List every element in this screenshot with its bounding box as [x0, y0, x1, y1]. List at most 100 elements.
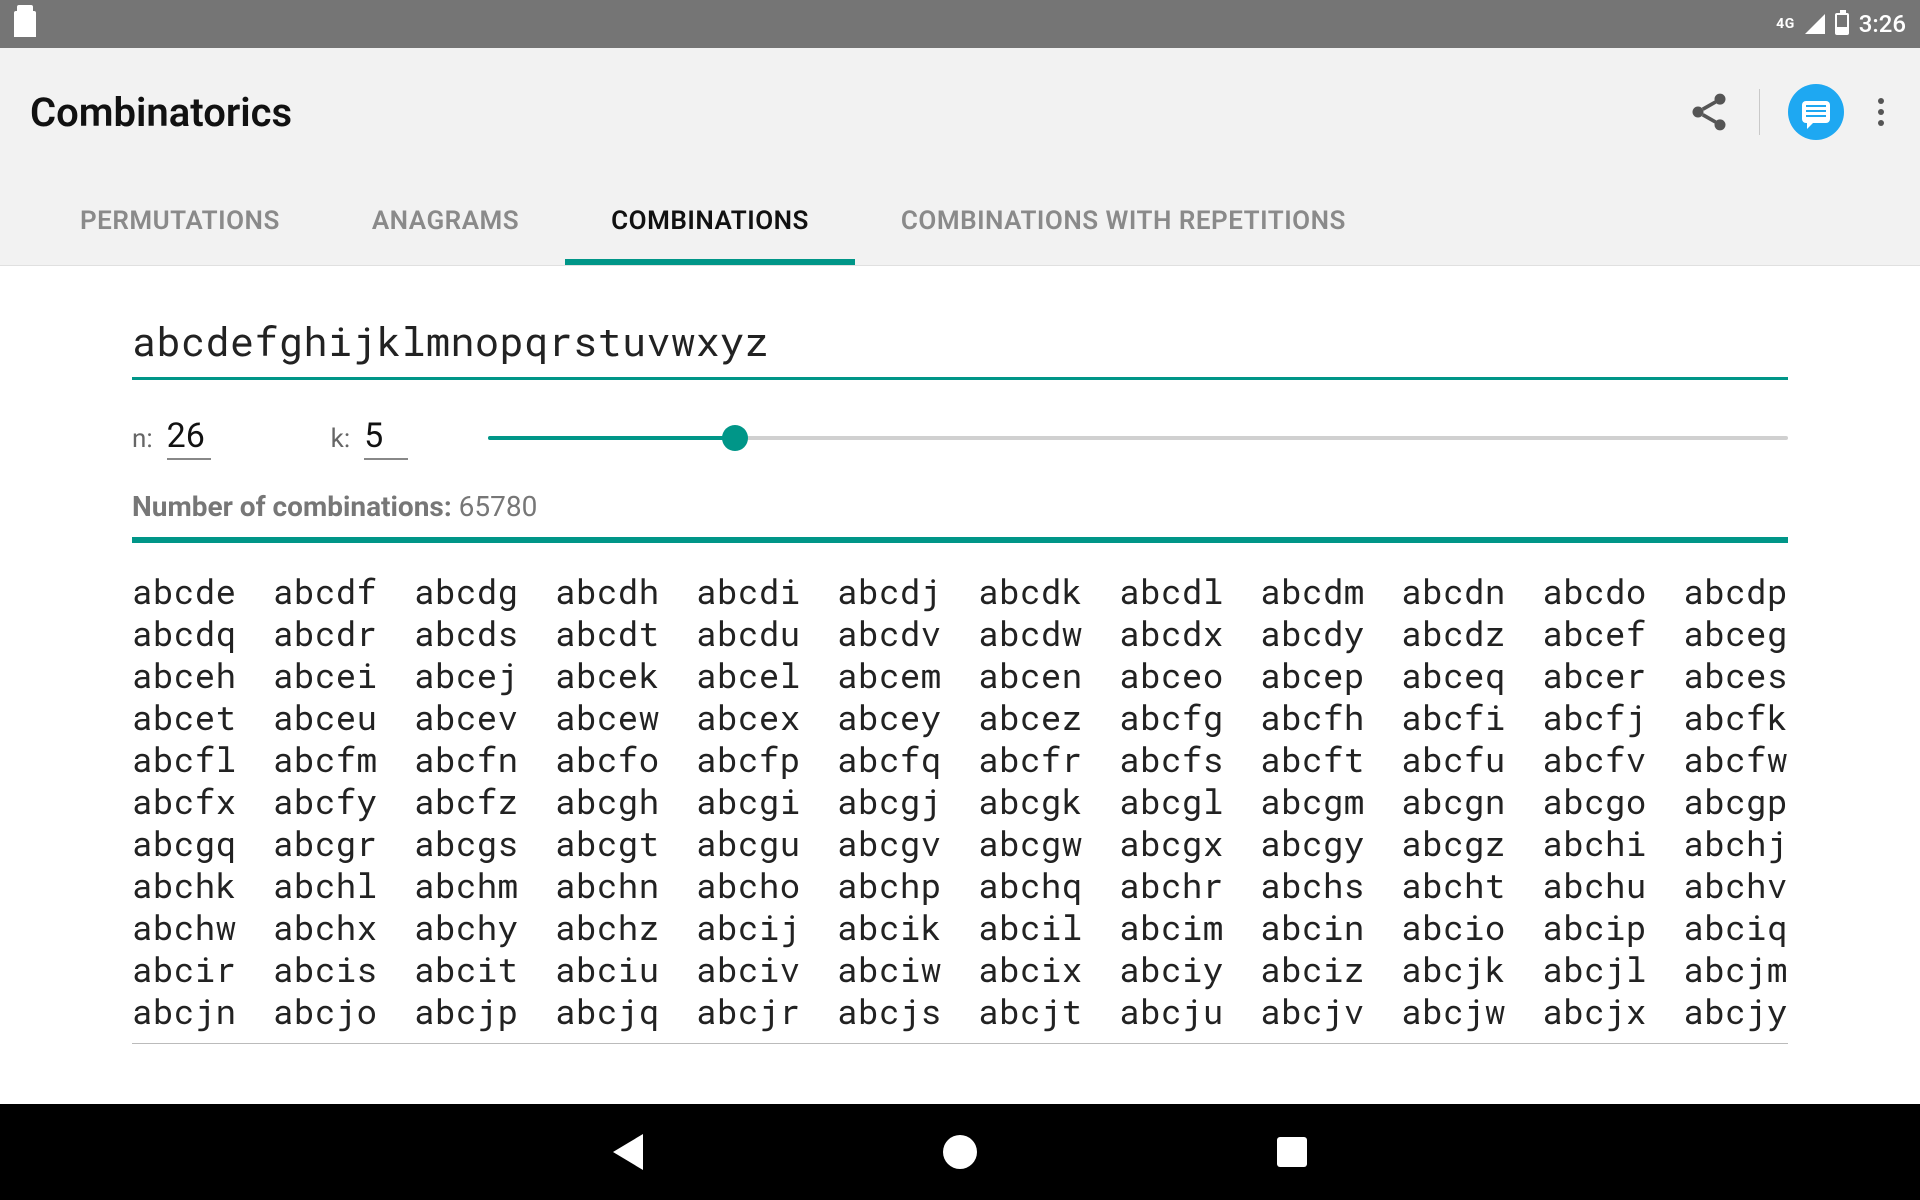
result-cell: abcil: [978, 907, 1083, 949]
result-cell: abcim: [1119, 907, 1224, 949]
result-cell: abcgz: [1401, 823, 1506, 865]
result-cell: abcex: [696, 697, 801, 739]
result-cell: abcjy: [1683, 991, 1788, 1033]
result-cell: abchr: [1119, 865, 1224, 907]
result-cell: abcgj: [837, 781, 942, 823]
nav-recent-icon[interactable]: [1277, 1137, 1307, 1167]
results-row: abcetabceuabcevabcewabcexabceyabcezabcfg…: [132, 697, 1788, 739]
result-cell: abchl: [273, 865, 378, 907]
result-cell: abcjs: [837, 991, 942, 1033]
result-cell: abcfz: [414, 781, 519, 823]
status-clock: 3:26: [1859, 10, 1906, 38]
result-cell: abciv: [696, 949, 801, 991]
result-cell: abcej: [414, 655, 519, 697]
result-cell: abchv: [1683, 865, 1788, 907]
result-cell: abcgu: [696, 823, 801, 865]
result-cell: abcgx: [1119, 823, 1224, 865]
tab-anagrams[interactable]: ANAGRAMS: [326, 176, 565, 265]
signal-icon: [1805, 14, 1825, 34]
result-cell: abcfp: [696, 739, 801, 781]
result-cell: abcdl: [1119, 571, 1224, 613]
result-cell: abcfn: [414, 739, 519, 781]
share-icon[interactable]: [1687, 90, 1731, 134]
tab-bar: PERMUTATIONSANAGRAMSCOMBINATIONSCOMBINAT…: [0, 176, 1920, 266]
result-cell: abcem: [837, 655, 942, 697]
result-cell: abcde: [132, 571, 237, 613]
result-cell: abcgi: [696, 781, 801, 823]
results-row: abcgqabcgrabcgsabcgtabcguabcgvabcgwabcgx…: [132, 823, 1788, 865]
tab-combinations-with-repetitions[interactable]: COMBINATIONS WITH REPETITIONS: [855, 176, 1392, 265]
results-row: abcirabcisabcitabciuabcivabciwabcixabciy…: [132, 949, 1788, 991]
result-cell: abcgy: [1260, 823, 1365, 865]
result-cell: abcdo: [1542, 571, 1647, 613]
result-cell: abcfv: [1542, 739, 1647, 781]
results-row: abcjnabcjoabcjpabcjqabcjrabcjsabcjtabcju…: [132, 991, 1788, 1033]
results-row: abchwabchxabchyabchzabcijabcikabcilabcim…: [132, 907, 1788, 949]
result-cell: abcjq: [555, 991, 660, 1033]
result-cell: abcer: [1542, 655, 1647, 697]
result-cell: abcdi: [696, 571, 801, 613]
result-cell: abcfi: [1401, 697, 1506, 739]
result-cell: abcez: [978, 697, 1083, 739]
result-cell: abcdn: [1401, 571, 1506, 613]
results-list[interactable]: abcdeabcdfabcdgabcdhabcdiabcdjabcdkabcdl…: [132, 571, 1788, 1044]
app-bar: Combinatorics: [0, 48, 1920, 176]
android-nav-bar: [0, 1104, 1920, 1200]
result-cell: abchz: [555, 907, 660, 949]
result-cell: abcho: [696, 865, 801, 907]
overflow-menu-icon[interactable]: [1872, 92, 1890, 132]
nav-back-icon[interactable]: [613, 1134, 643, 1170]
tab-combinations[interactable]: COMBINATIONS: [565, 176, 855, 265]
k-value[interactable]: 5: [364, 416, 408, 460]
result-cell: abcfq: [837, 739, 942, 781]
result-cell: abcfl: [132, 739, 237, 781]
result-cell: abcdx: [1119, 613, 1224, 655]
result-cell: abcdv: [837, 613, 942, 655]
n-label: n:: [132, 424, 153, 454]
tab-permutations[interactable]: PERMUTATIONS: [34, 176, 326, 265]
result-cell: abchu: [1542, 865, 1647, 907]
result-cell: abciy: [1119, 949, 1224, 991]
section-separator: [132, 537, 1788, 543]
result-cell: abcen: [978, 655, 1083, 697]
result-cell: abcei: [273, 655, 378, 697]
result-cell: abcel: [696, 655, 801, 697]
nav-home-icon[interactable]: [943, 1135, 977, 1169]
app-title: Combinatorics: [30, 89, 292, 136]
count-value: 65780: [459, 490, 538, 523]
result-cell: abcdw: [978, 613, 1083, 655]
result-cell: abchk: [132, 865, 237, 907]
result-cell: abciu: [555, 949, 660, 991]
results-row: abcehabceiabcejabcekabcelabcemabcenabceo…: [132, 655, 1788, 697]
result-cell: abcjw: [1401, 991, 1506, 1033]
result-cell: abcfg: [1119, 697, 1224, 739]
result-cell: abcgw: [978, 823, 1083, 865]
result-cell: abcgh: [555, 781, 660, 823]
result-cell: abchp: [837, 865, 942, 907]
result-cell: abcgk: [978, 781, 1083, 823]
count-line: Number of combinations: 65780: [132, 490, 1788, 523]
result-cell: abcdt: [555, 613, 660, 655]
result-cell: abcdk: [978, 571, 1083, 613]
result-cell: abciw: [837, 949, 942, 991]
action-divider: [1759, 89, 1760, 135]
results-row: abcdeabcdfabcdgabcdhabcdiabcdjabcdkabcdl…: [132, 571, 1788, 613]
results-row: abcfxabcfyabcfzabcghabcgiabcgjabcgkabcgl…: [132, 781, 1788, 823]
messages-icon[interactable]: [1788, 84, 1844, 140]
battery-icon: [1835, 13, 1849, 35]
result-cell: abceu: [273, 697, 378, 739]
result-cell: abcgr: [273, 823, 378, 865]
result-cell: abcev: [414, 697, 519, 739]
result-cell: abcdp: [1683, 571, 1788, 613]
alphabet-input[interactable]: [132, 308, 1788, 380]
result-cell: abchx: [273, 907, 378, 949]
result-cell: abcgl: [1119, 781, 1224, 823]
results-row: abcdqabcdrabcdsabcdtabcduabcdvabcdwabcdx…: [132, 613, 1788, 655]
result-cell: abcjt: [978, 991, 1083, 1033]
result-cell: abcik: [837, 907, 942, 949]
result-cell: abcdq: [132, 613, 237, 655]
n-value[interactable]: 26: [167, 416, 211, 460]
k-slider[interactable]: [488, 426, 1788, 450]
result-cell: abcgn: [1401, 781, 1506, 823]
result-cell: abcfu: [1401, 739, 1506, 781]
